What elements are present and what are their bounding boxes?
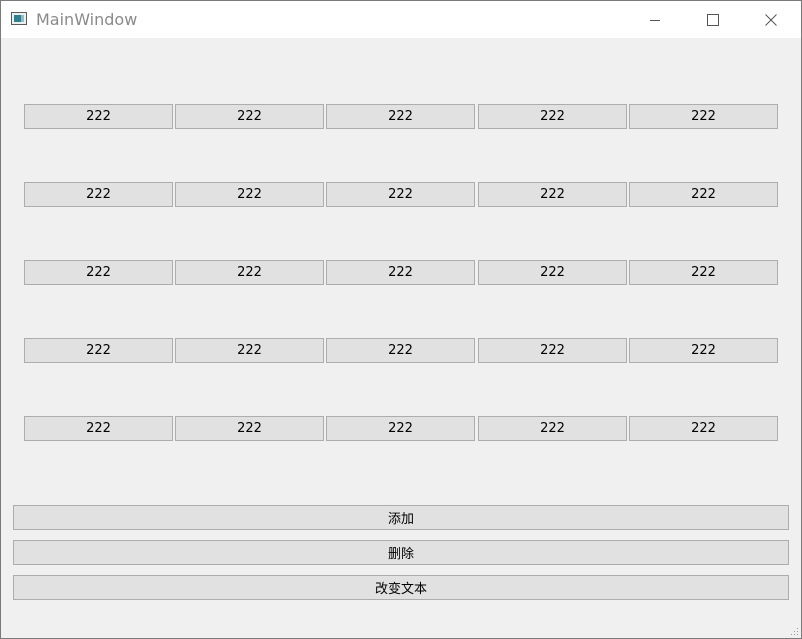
grid-button[interactable]: 222 [629,338,778,363]
grid-button[interactable]: 222 [24,104,173,129]
grid-button[interactable]: 222 [629,104,778,129]
grid-button[interactable]: 222 [478,260,627,285]
grid-button[interactable]: 222 [478,182,627,207]
close-button[interactable] [742,1,800,38]
title-bar[interactable]: MainWindow [1,1,801,38]
grid-button[interactable]: 222 [478,338,627,363]
grid-button[interactable]: 222 [175,182,324,207]
grid-button[interactable]: 222 [326,416,475,441]
grid-button[interactable]: 222 [175,104,324,129]
grid-button[interactable]: 222 [326,338,475,363]
app-window-icon [11,12,27,25]
grid-button[interactable]: 222 [24,182,173,207]
close-icon [765,13,777,26]
grid-button[interactable]: 222 [326,104,475,129]
grid-button[interactable]: 222 [326,260,475,285]
grid-button[interactable]: 222 [629,260,778,285]
add-button[interactable]: 添加 [13,505,789,530]
grid-button[interactable]: 222 [24,416,173,441]
grid-button[interactable]: 222 [175,260,324,285]
change-text-button[interactable]: 改变文本 [13,575,789,600]
grid-button[interactable]: 222 [478,104,627,129]
minimize-icon [650,19,660,21]
maximize-icon [707,13,719,26]
maximize-button[interactable] [684,1,742,38]
resize-grip-icon[interactable] [790,627,799,636]
grid-button[interactable]: 222 [175,338,324,363]
grid-button[interactable]: 222 [24,338,173,363]
grid-button[interactable]: 222 [326,182,475,207]
grid-button[interactable]: 222 [24,260,173,285]
grid-button[interactable]: 222 [629,182,778,207]
grid-button[interactable]: 222 [478,416,627,441]
grid-button[interactable]: 222 [629,416,778,441]
delete-button[interactable]: 删除 [13,540,789,565]
main-window: MainWindow 222 222 222 222 222 222 222 222 222 22… [0,0,802,639]
window-title: MainWindow [36,10,138,29]
grid-button[interactable]: 222 [175,416,324,441]
minimize-button[interactable] [626,1,684,38]
